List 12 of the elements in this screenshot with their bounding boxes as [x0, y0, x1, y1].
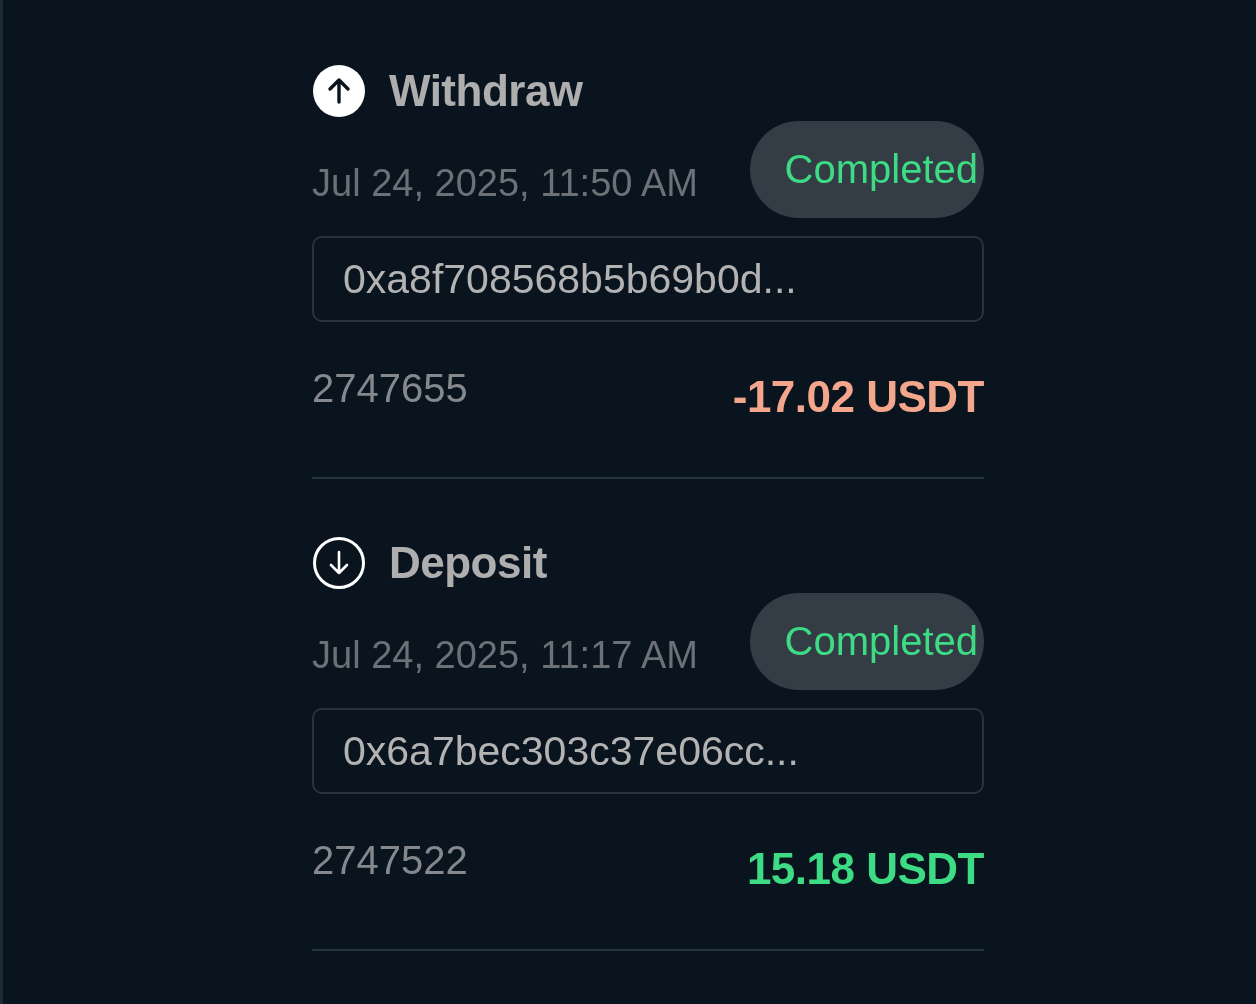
status-badge: Completed	[749, 593, 984, 690]
transaction-number: 2747655	[312, 365, 468, 411]
transaction-type-title: Deposit	[389, 537, 547, 589]
transaction-amount: 15.18 USDT	[746, 844, 984, 894]
transaction-amount: -17.02 USDT	[732, 372, 984, 422]
transaction-date: Jul 24, 2025, 11:17 AM	[312, 633, 698, 678]
transaction-hash-field[interactable]: 0xa8f708568b5b69b0d...	[312, 236, 984, 322]
transaction-type-title: Withdraw	[389, 65, 583, 117]
transaction-date: Jul 24, 2025, 11:50 AM	[312, 161, 698, 206]
transaction-hash-field[interactable]: 0x6a7bec303c37e06cc...	[312, 708, 984, 794]
status-badge: Completed	[749, 121, 984, 218]
transaction-number: 2747522	[312, 837, 468, 883]
